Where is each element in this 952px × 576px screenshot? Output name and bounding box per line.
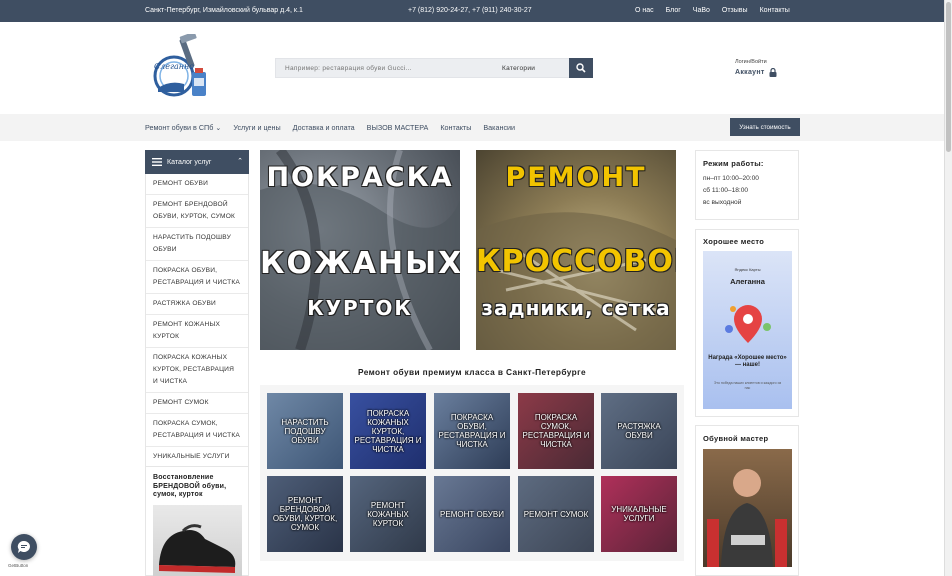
login-link[interactable]: Логин/Войти (735, 59, 777, 65)
site-header: Слеганно Категории Логин/Войти Аккаунт (0, 22, 944, 114)
getbutton-label: GetButton (8, 563, 29, 568)
nav-delivery[interactable]: Доставка и оплата (293, 123, 355, 132)
get-price-button[interactable]: Узнать стоимость (730, 118, 800, 136)
catalog-item[interactable]: УНИКАЛЬНЫЕ УСЛУГИ (146, 447, 248, 468)
service-tile-brand[interactable]: РЕМОНТ БРЕНДОВОЙ ОБУВИ, КУРТОК, СУМОК (267, 476, 343, 552)
master-photo[interactable] (703, 449, 792, 567)
award-text: Награда «Хорошее место» — наше! (708, 355, 787, 368)
search-bar: Категории (275, 58, 593, 78)
banner1-line2: КОЖАНЫХ (260, 246, 460, 281)
phone-numbers[interactable]: +7 (812) 920-24-27, +7 (911) 240-30-27 (408, 7, 532, 14)
opening-hours-card: Режим работы: пн–пт 10:00–20:00 сб 11:00… (695, 150, 799, 220)
service-tile-jacket-paint[interactable]: ПОКРАСКА КОЖАНЫХ КУРТОК, РЕСТАВРАЦИЯ И Ч… (350, 393, 426, 469)
top-menu-reviews[interactable]: Отзывы (722, 7, 748, 14)
promo-shoe-image (153, 505, 242, 576)
award-name: Алеганна (730, 277, 765, 286)
search-button[interactable] (569, 58, 593, 78)
service-tile-shoe-paint[interactable]: ПОКРАСКА ОБУВИ, РЕСТАВРАЦИЯ И ЧИСТКА (434, 393, 510, 469)
hours-row: сб 11:00–18:00 (703, 187, 749, 194)
logo-text: Слеганно (154, 62, 195, 71)
page-scrollbar[interactable] (944, 0, 952, 576)
account-link[interactable]: Аккаунт (735, 68, 777, 77)
top-menu-blog[interactable]: Блог (666, 7, 681, 14)
banner2-line1: РЕМОНТ (505, 162, 647, 193)
search-icon (576, 63, 586, 73)
catalog-item[interactable]: ПОКРАСКА СУМОК, РЕСТАВРАЦИЯ И ЧИСТКА (146, 414, 248, 447)
award-small: Это победа наших клиентов и каждого из н… (713, 381, 782, 390)
top-menu-faq[interactable]: ЧаВо (693, 7, 710, 14)
lock-icon (769, 68, 777, 77)
master-title: Обувной мастер (703, 434, 769, 443)
banner1-line3: КУРТОК (307, 296, 413, 320)
catalog-list: РЕМОНТ ОБУВИ РЕМОНТ БРЕНДОВОЙ ОБУВИ, КУР… (145, 174, 249, 469)
chevron-up-icon: ⌃ (237, 158, 243, 165)
catalog-item[interactable]: РЕМОНТ БРЕНДОВОЙ ОБУВИ, КУРТОК, СУМОК (146, 195, 248, 228)
service-tile-unique[interactable]: УНИКАЛЬНЫЕ УСЛУГИ (601, 476, 677, 552)
promo-title: Восстановление БРЕНДОВОЙ обуви, сумок, к… (153, 474, 227, 498)
catalog-item[interactable]: НАРАСТИТЬ ПОДОШВУ ОБУВИ (146, 228, 248, 261)
nav-call-master[interactable]: ВЫЗОВ МАСТЕРА (367, 123, 429, 132)
top-menu-about[interactable]: О нас (635, 7, 654, 14)
catalog-item[interactable]: РЕМОНТ КОЖАНЫХ КУРТОК (146, 315, 248, 348)
brand-restoration-promo[interactable]: Восстановление БРЕНДОВОЙ обуви, сумок, к… (145, 466, 249, 576)
search-input[interactable] (276, 59, 494, 77)
hours-row: вс выходной (703, 199, 742, 206)
hamburger-icon (152, 158, 162, 166)
service-tile-sole[interactable]: НАРАСТИТЬ ПОДОШВУ ОБУВИ (267, 393, 343, 469)
banner2-line2: КРОССОВОК (476, 244, 676, 279)
catalog-sidebar: Каталог услуг ⌃ РЕМОНТ ОБУВИ РЕМОНТ БРЕН… (145, 150, 249, 469)
service-tile-bag-repair[interactable]: РЕМОНТ СУМОК (518, 476, 594, 552)
master-card: Обувной мастер (695, 425, 799, 576)
award-source: Яндекс Карты (734, 267, 761, 272)
section-title: Ремонт обуви премиум класса в Санкт-Пете… (357, 367, 587, 377)
good-place-title: Хорошее место (703, 237, 765, 246)
top-menu: О нас Блог ЧаВо Отзывы Контакты (635, 7, 790, 14)
good-place-award-image[interactable]: Яндекс Карты Алеганна Награда «Хорошее м… (703, 251, 792, 409)
banner1-line1: ПОКРАСКА (266, 162, 454, 193)
nav-vacancies[interactable]: Вакансии (483, 123, 515, 132)
service-tile-shoe-repair[interactable]: РЕМОНТ ОБУВИ (434, 476, 510, 552)
catalog-title: Каталог услуг (167, 158, 212, 166)
hours-title: Режим работы: (703, 159, 764, 168)
nav-contacts[interactable]: Контакты (440, 123, 471, 132)
address-text: Санкт-Петербург, Измайловский бульвар д.… (145, 7, 303, 14)
service-tile-jacket-repair[interactable]: РЕМОНТ КОЖАНЫХ КУРТОК (350, 476, 426, 552)
catalog-item[interactable]: ПОКРАСКА ОБУВИ, РЕСТАВРАЦИЯ И ЧИСТКА (146, 261, 248, 294)
map-pin-icon (725, 305, 771, 343)
catalog-item[interactable]: РЕМОНТ ОБУВИ (146, 174, 248, 195)
catalog-item[interactable]: РАСТЯЖКА ОБУВИ (146, 294, 248, 315)
search-category-select[interactable]: Категории (502, 65, 535, 72)
top-bar: Санкт-Петербург, Измайловский бульвар д.… (0, 0, 944, 22)
main-nav: Ремонт обуви в СПб ⌄ Услуги и цены Доста… (0, 114, 944, 141)
banner-sneakers[interactable]: РЕМОНТ КРОССОВОК задники, сетка (476, 150, 676, 350)
nav-services[interactable]: Услуги и цены (233, 123, 280, 132)
good-place-card: Хорошее место Яндекс Карты Алеганна Нагр… (695, 229, 799, 417)
chat-icon (17, 540, 30, 553)
top-menu-contacts[interactable]: Контакты (760, 7, 790, 14)
account-block[interactable]: Логин/Войти Аккаунт (735, 59, 777, 77)
account-label: Аккаунт (735, 69, 765, 76)
chevron-down-icon: ⌄ (215, 123, 222, 132)
chat-widget-button[interactable] (11, 534, 37, 560)
nav-shoe-repair[interactable]: Ремонт обуви в СПб ⌄ (145, 123, 221, 132)
catalog-header[interactable]: Каталог услуг ⌃ (145, 150, 249, 174)
service-tile-stretch[interactable]: РАСТЯЖКА ОБУВИ (601, 393, 677, 469)
banner-leather-jackets[interactable]: ПОКРАСКА КОЖАНЫХ КУРТОК (260, 150, 460, 350)
scrollbar-thumb[interactable] (946, 2, 951, 152)
service-tile-bag-paint[interactable]: ПОКРАСКА СУМОК, РЕСТАВРАЦИЯ И ЧИСТКА (518, 393, 594, 469)
banner2-line3: задники, сетка (481, 296, 671, 320)
catalog-item[interactable]: ПОКРАСКА КОЖАНЫХ КУРТОК, РЕСТАВРАЦИЯ И Ч… (146, 348, 248, 393)
site-logo[interactable]: Слеганно (150, 31, 214, 100)
hours-row: пн–пт 10:00–20:00 (703, 175, 759, 182)
catalog-item[interactable]: РЕМОНТ СУМОК (146, 393, 248, 414)
